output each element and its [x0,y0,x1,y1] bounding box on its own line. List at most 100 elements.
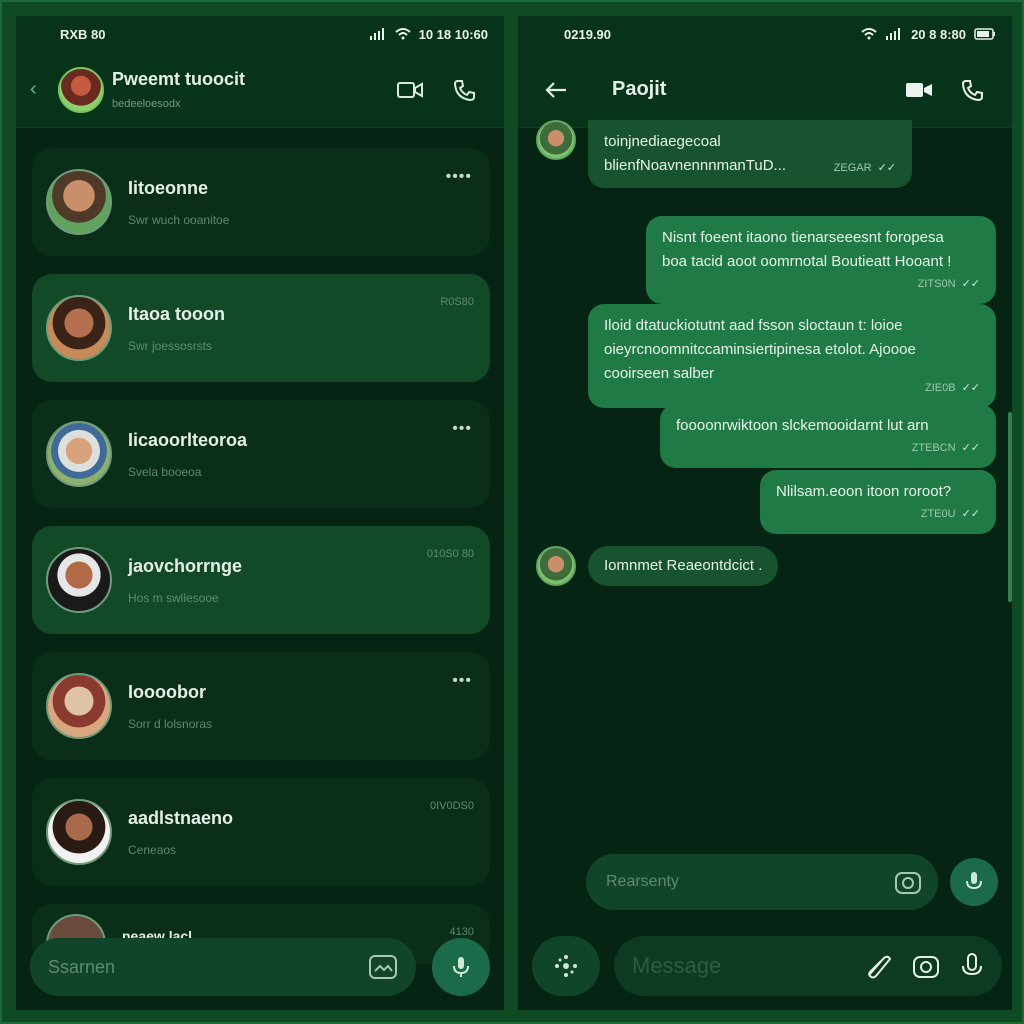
chat-preview: Hos m swllesooe [128,590,219,605]
avatar [536,546,576,586]
avatar [46,295,112,361]
signal-icon [369,28,384,40]
avatar [46,799,112,865]
mic-button[interactable] [950,858,998,906]
read-check-icon: ✓✓ [961,442,980,454]
reply-bar: Rearsenty [586,854,998,910]
mic-icon[interactable] [960,952,984,980]
compose-bar: Message [532,936,1002,996]
message-time: ZTE0U [920,508,956,520]
camera-icon[interactable] [912,953,940,979]
chat-item[interactable]: Iicaoorlteoroa Svela booeoa ••• [32,400,490,508]
header-title: Pweemt tuoocit [112,69,246,89]
message-bubble[interactable]: Iomnmet Reaeontdcict . [588,546,779,586]
contact-name[interactable]: Paojit [612,78,904,101]
message-time: ZITS0N [917,278,956,290]
search-placeholder: Ssarnen [48,956,116,977]
message-row: Nisnt foeent itaono tienarseeesnt forope… [646,216,996,304]
header-subtitle: bedeeloesodx [112,98,181,110]
chat-name: jaovchorrnge [128,555,243,576]
message-line: boa tacid aoot oomrnotal Boutieatt Hooan… [662,253,952,270]
status-bar: 0219.90 20 8 8:80 [518,16,1012,52]
more-dots-icon[interactable]: •••• [446,168,472,186]
chat-time: 0IV0DS0 [429,800,474,812]
message-time: ZTEBCN [911,442,956,454]
message-row: toinjnediaegecoal blienfNoavnennnmanTuD.… [536,120,912,188]
more-dots-icon[interactable]: ••• [452,420,472,438]
chat-name: Ioooobor [128,681,206,702]
message-bubble[interactable]: Nisnt foeent itaono tienarseeesnt forope… [646,216,996,304]
reply-placeholder: Rearsenty [606,873,679,890]
message-row: Iomnmet Reaeontdcict . [536,546,779,586]
wifi-icon [861,28,877,40]
message-line: blienfNoavnennnmanTuD... [604,157,787,174]
message-bubble[interactable]: foooonrwiktoon slckemooidarnt lut arn ZT… [660,404,996,468]
message-bubble[interactable]: Nlilsam.eoon itoon roroot? ZTE0U ✓✓ [760,470,996,534]
status-time: RXB 80 [60,26,106,42]
back-arrow-icon[interactable] [542,76,570,104]
avatar [536,120,576,160]
search-input[interactable]: Ssarnen [30,938,416,996]
message-placeholder: Message [632,953,722,978]
message-row: Nlilsam.eoon itoon roroot? ZTE0U ✓✓ [760,470,996,534]
mic-icon [966,872,982,890]
chat-preview: Sorr d lolsnoras [128,716,213,731]
avatar [46,673,112,739]
chat-item[interactable]: Ioooobor Sorr d lolsnoras ••• [32,652,490,760]
message-row: foooonrwiktoon slckemooidarnt lut arn ZT… [660,404,996,468]
chat-preview: Swr wuch ooanitoe [128,212,230,227]
emoji-button[interactable] [532,936,600,996]
image-icon[interactable] [368,954,398,980]
chat-list: Iitoeonne Swr wuch ooanitoe •••• Itaoa t… [16,128,504,964]
app-frame: RXB 80 10 18 10:60 ‹ Pweemt tuoocit bede… [0,0,1024,1024]
read-check-icon: ✓✓ [961,278,980,290]
message-line: Nlilsam.eoon itoon roroot? [776,483,952,500]
chat-list-header: ‹ Pweemt tuoocit bedeeloesodx [16,52,504,128]
message-line: foooonrwiktoon slckemooidarnt lut arn [676,417,929,434]
message-line: Iomnmet Reaeontdcict . [604,557,763,574]
message-bubble[interactable]: Iloid dtatuckiotutnt aad fsson sloctaun … [588,304,996,408]
avatar[interactable] [58,66,104,113]
avatar [46,169,112,235]
status-bar: RXB 80 10 18 10:60 [16,16,504,52]
reply-input[interactable]: Rearsenty [586,854,938,910]
chat-list-panel: RXB 80 10 18 10:60 ‹ Pweemt tuoocit bede… [16,16,504,1010]
status-icons: 10 18 10:60 [369,27,488,42]
chevron-left-icon[interactable]: ‹ [30,78,54,101]
video-call-icon[interactable] [396,76,424,104]
wifi-icon [394,28,411,40]
message-line: oieyrcnoomnitccaminsiertipinesa etolot. … [604,341,916,358]
attach-icon[interactable] [864,952,892,980]
chat-name: Iitoeonne [128,177,208,198]
chat-item[interactable]: aadlstnaeno Ceneaos 0IV0DS0 [32,778,490,886]
chat-time: 4130 [449,926,474,938]
scrollbar[interactable] [1008,412,1012,602]
chat-item[interactable]: jaovchorrnge Hos m swllesooe 010S0 80 [32,526,490,634]
camera-icon[interactable] [894,869,922,895]
chat-name: Itaoa tooon [128,303,225,324]
read-check-icon: ✓✓ [961,508,980,520]
avatar [46,421,112,487]
phone-icon[interactable] [958,76,986,104]
mic-icon [453,957,469,977]
message-time: ZEGAR [833,162,872,175]
avatar [46,547,112,613]
battery-icon [974,28,995,40]
video-call-icon[interactable] [904,76,932,104]
message-list: toinjnediaegecoal blienfNoavnennnmanTuD.… [518,120,1012,890]
more-dots-icon[interactable]: ••• [452,672,472,690]
message-line: toinjnediaegecoal [604,133,721,150]
mic-button[interactable] [432,938,490,996]
search-bar: Ssarnen [30,938,490,996]
chat-preview: Ceneaos [128,842,177,857]
message-time: ZIE0B [924,382,956,394]
message-input[interactable]: Message [614,936,1002,996]
chat-item[interactable]: Itaoa tooon Swr joessosrsts R0S80 [32,274,490,382]
message-bubble[interactable]: toinjnediaegecoal blienfNoavnennnmanTuD.… [588,120,912,188]
chat-item[interactable]: Iitoeonne Swr wuch ooanitoe •••• [32,148,490,256]
chat-name: aadlstnaeno [128,807,234,828]
phone-icon[interactable] [450,76,478,104]
conversation-header: Paojit [518,52,1012,128]
message-row: Iloid dtatuckiotutnt aad fsson sloctaun … [588,304,996,408]
message-line: Iloid dtatuckiotutnt aad fsson sloctaun … [604,317,903,334]
